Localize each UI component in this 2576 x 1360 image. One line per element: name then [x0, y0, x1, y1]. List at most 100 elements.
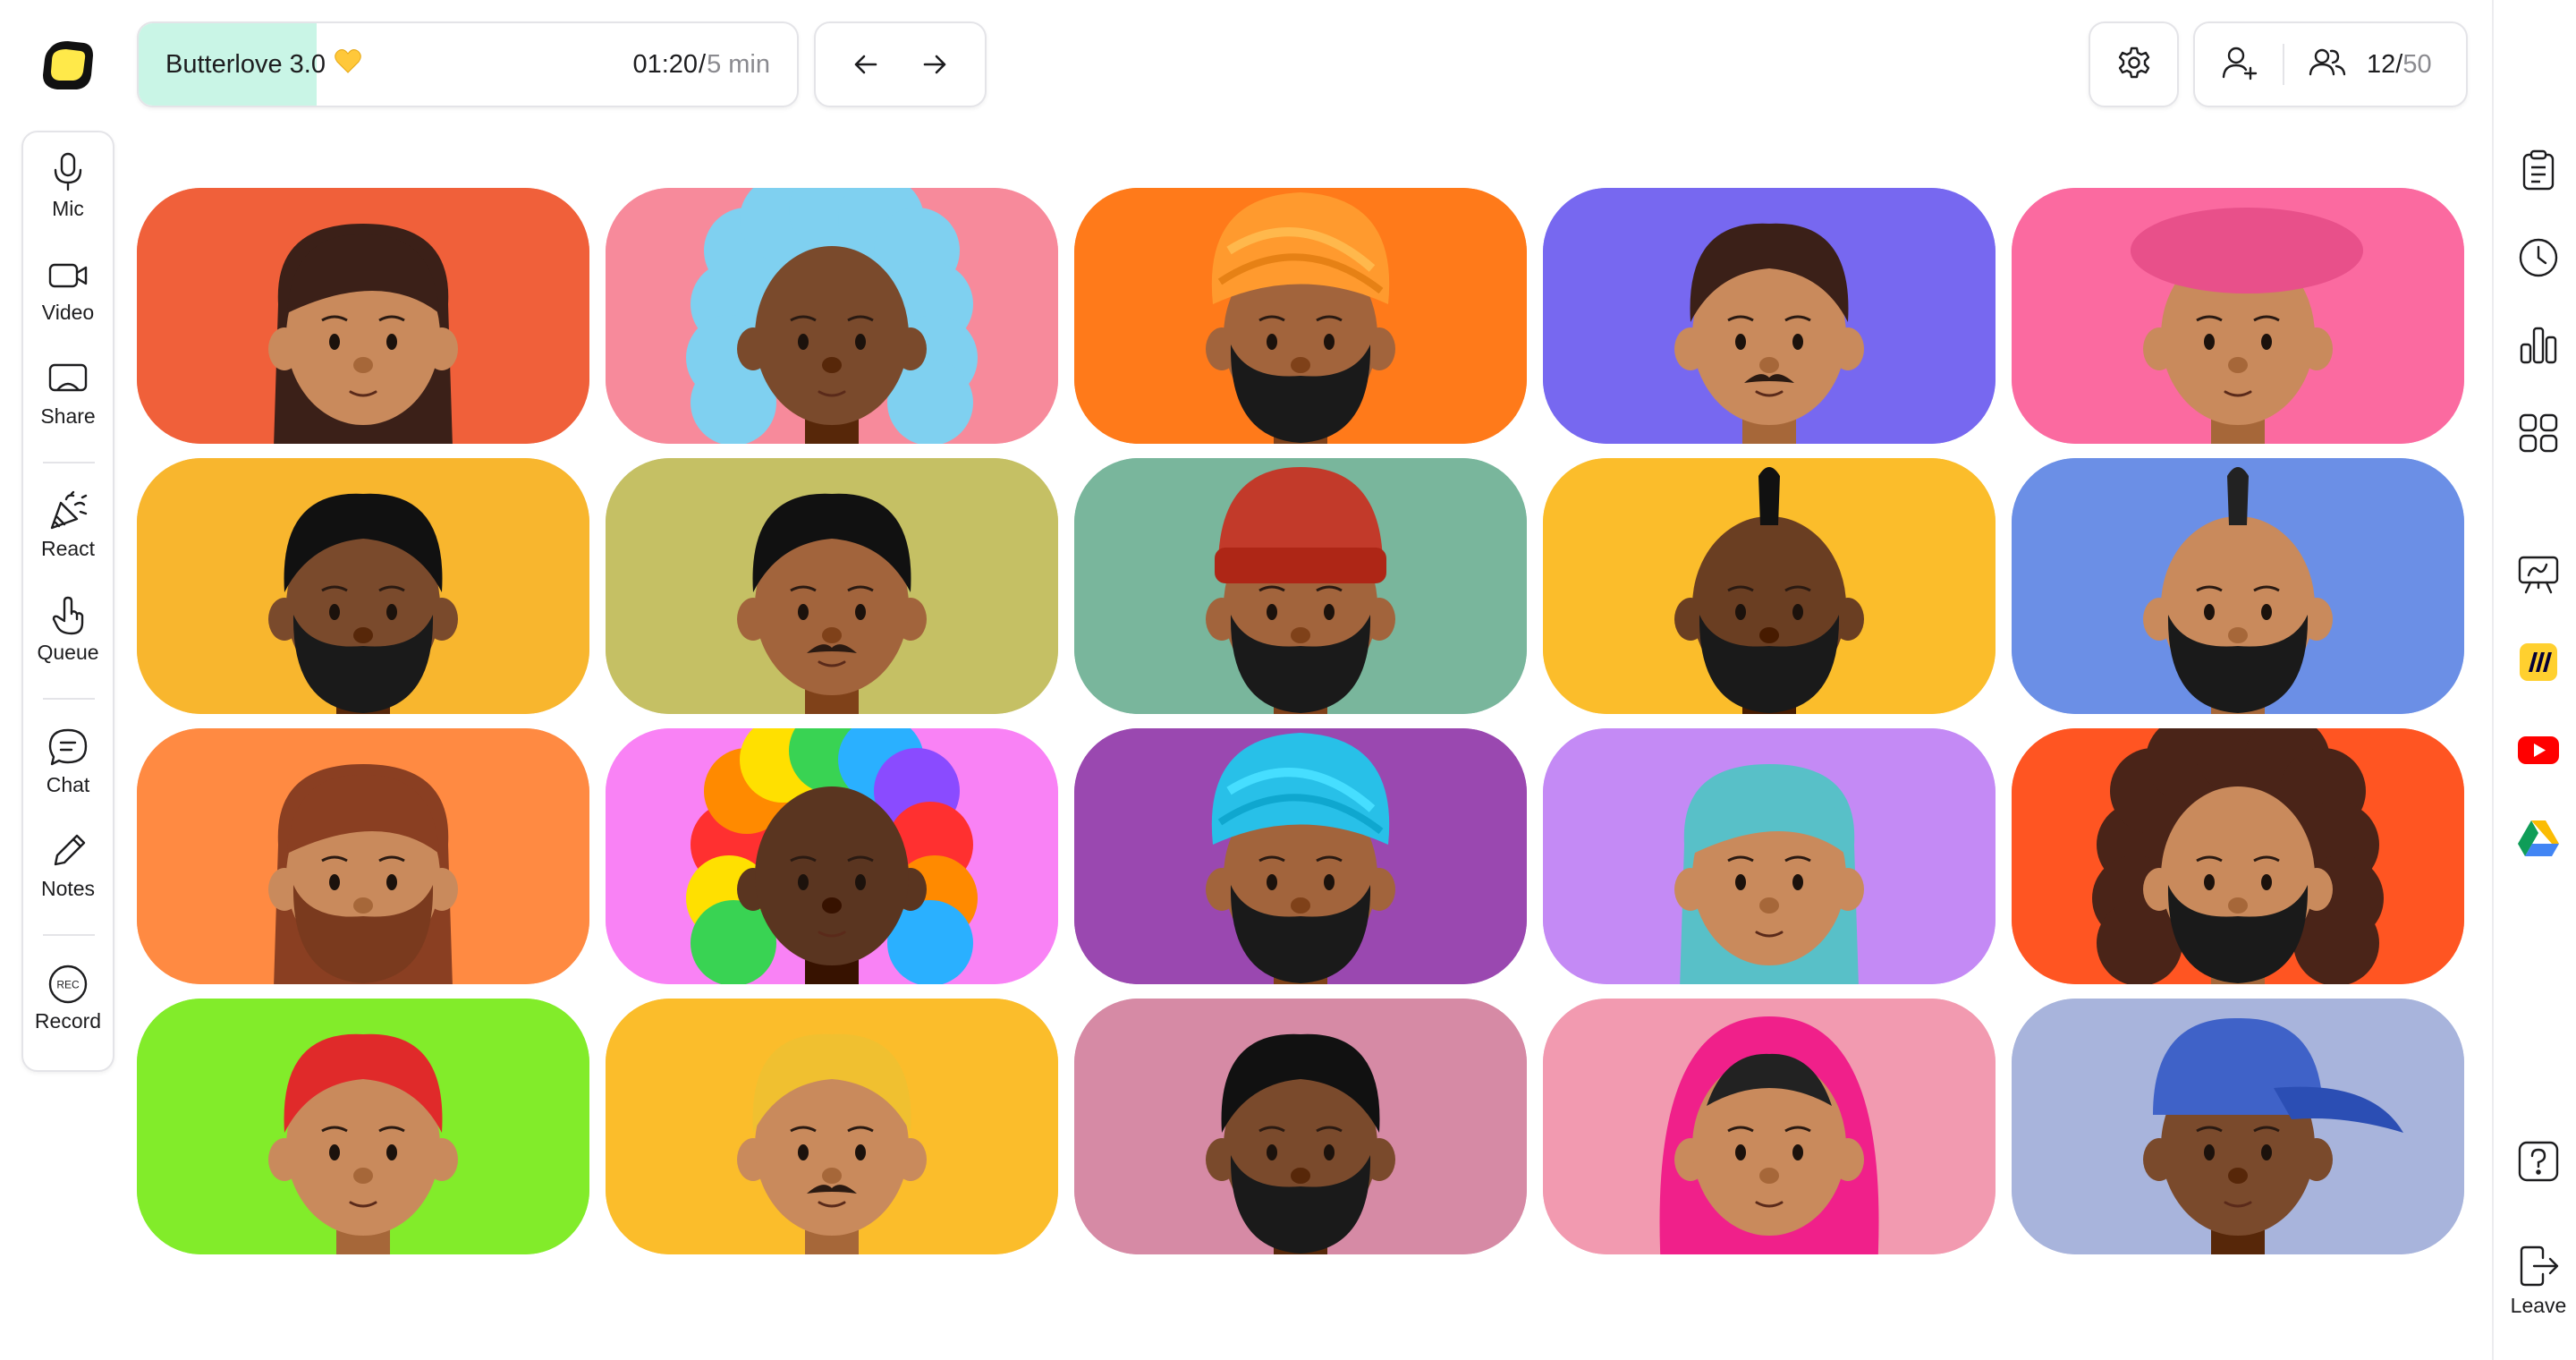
timer-elapsed: 01:20 — [632, 49, 699, 79]
arrow-right-icon[interactable] — [908, 38, 962, 91]
screen-share-icon — [48, 363, 88, 392]
avatar — [137, 999, 589, 1254]
queue-button[interactable]: Queue — [23, 594, 113, 684]
mic-button[interactable]: Mic — [23, 150, 113, 240]
avatar — [2012, 999, 2464, 1254]
record-button[interactable]: REC Record — [23, 963, 113, 1052]
participant-count: 12/50 — [2367, 50, 2432, 80]
participant-tile[interactable] — [1074, 728, 1527, 984]
participant-tile[interactable] — [606, 728, 1058, 984]
notes-button[interactable]: Notes — [23, 830, 113, 920]
rec-icon: REC — [48, 965, 88, 1004]
participant-tile[interactable] — [1543, 999, 1996, 1254]
share-label: Share — [40, 404, 96, 428]
video-icon — [48, 263, 88, 288]
app-logo-icon[interactable] — [38, 36, 97, 95]
right-rail-divider — [2492, 0, 2494, 1360]
participant-tile[interactable] — [2012, 728, 2464, 984]
left-toolbar: Mic Video Share React Queue Chat Notes R… — [21, 131, 114, 1072]
avatar — [1074, 999, 1527, 1254]
participant-tile[interactable] — [137, 999, 589, 1254]
avatar — [1074, 188, 1527, 444]
google-drive-icon[interactable] — [2513, 812, 2563, 863]
timer-readout: 01:20/5 min — [632, 23, 770, 106]
participant-tile[interactable] — [1543, 458, 1996, 714]
settings-button[interactable] — [2089, 21, 2179, 107]
participant-tile[interactable] — [1074, 458, 1527, 714]
participant-tile[interactable] — [1074, 188, 1527, 444]
toolbar-separator — [43, 934, 95, 936]
react-label: React — [40, 537, 96, 560]
avatar — [2012, 458, 2464, 714]
chat-button[interactable]: Chat — [23, 727, 113, 816]
participant-tile[interactable] — [606, 999, 1058, 1254]
avatar — [2012, 188, 2464, 444]
avatar — [137, 188, 589, 444]
yellow-heart-icon — [335, 48, 361, 81]
miro-icon[interactable] — [2513, 637, 2563, 687]
participant-tile[interactable] — [137, 458, 589, 714]
arrow-left-icon[interactable] — [839, 38, 893, 91]
help-icon[interactable] — [2513, 1136, 2563, 1186]
avatar — [606, 188, 1058, 444]
raise-hand-icon — [52, 596, 84, 635]
toolbar-separator — [43, 698, 95, 700]
record-label: Record — [34, 1009, 102, 1033]
leave-icon — [2520, 1245, 2559, 1287]
mic-label: Mic — [52, 197, 84, 220]
gear-icon — [2116, 45, 2152, 85]
participant-tile[interactable] — [1543, 728, 1996, 984]
participant-tile[interactable] — [606, 458, 1058, 714]
apps-grid-icon[interactable] — [2513, 408, 2563, 458]
avatar — [606, 999, 1058, 1254]
whiteboard-icon[interactable] — [2513, 549, 2563, 599]
avatar — [1074, 728, 1527, 984]
participant-tile[interactable] — [2012, 458, 2464, 714]
avatar — [1074, 458, 1527, 714]
pencil-icon — [54, 834, 86, 866]
avatar — [1543, 188, 1996, 444]
session-title: Butterlove 3.0 — [165, 49, 326, 79]
leave-label: Leave — [2510, 1294, 2567, 1317]
participant-tile[interactable] — [2012, 999, 2464, 1254]
chat-icon — [48, 728, 88, 766]
timer-total: 5 min — [707, 49, 770, 79]
add-user-icon[interactable] — [2220, 43, 2259, 87]
svg-text:REC: REC — [56, 979, 80, 991]
participant-max: 50 — [2402, 49, 2432, 79]
timer-separator: / — [699, 49, 707, 79]
avatar — [1543, 728, 1996, 984]
clipboard-icon[interactable] — [2513, 145, 2563, 195]
share-button[interactable]: Share — [23, 358, 113, 447]
participant-tile[interactable] — [1074, 999, 1527, 1254]
video-label: Video — [41, 301, 95, 324]
react-button[interactable]: React — [23, 490, 113, 580]
app-window: Butterlove 3.0 01:20/5 min 12/50 Mic Vid… — [0, 0, 2576, 1360]
participants-panel: 12/50 — [2193, 21, 2468, 107]
youtube-icon[interactable] — [2513, 725, 2563, 775]
queue-label: Queue — [37, 641, 99, 664]
participant-current: 12 — [2367, 49, 2396, 79]
people-icon[interactable] — [2308, 43, 2347, 87]
session-timer[interactable]: Butterlove 3.0 01:20/5 min — [137, 21, 799, 107]
video-button[interactable]: Video — [23, 254, 113, 344]
avatar — [1543, 458, 1996, 714]
participant-grid — [137, 188, 2464, 1254]
leave-button[interactable]: Leave — [2504, 1244, 2572, 1318]
participant-tile[interactable] — [137, 728, 589, 984]
bar-chart-icon[interactable] — [2513, 320, 2563, 370]
participant-tile[interactable] — [2012, 188, 2464, 444]
mic-icon — [54, 152, 82, 191]
avatar — [606, 728, 1058, 984]
chat-label: Chat — [46, 773, 90, 796]
avatar — [137, 458, 589, 714]
participant-tile[interactable] — [606, 188, 1058, 444]
notes-label: Notes — [40, 877, 96, 900]
clock-icon[interactable] — [2513, 233, 2563, 283]
confetti-icon — [50, 490, 88, 530]
participant-tile[interactable] — [1543, 188, 1996, 444]
divider — [2283, 44, 2284, 85]
participant-tile[interactable] — [137, 188, 589, 444]
avatar — [606, 458, 1058, 714]
avatar — [137, 728, 589, 984]
